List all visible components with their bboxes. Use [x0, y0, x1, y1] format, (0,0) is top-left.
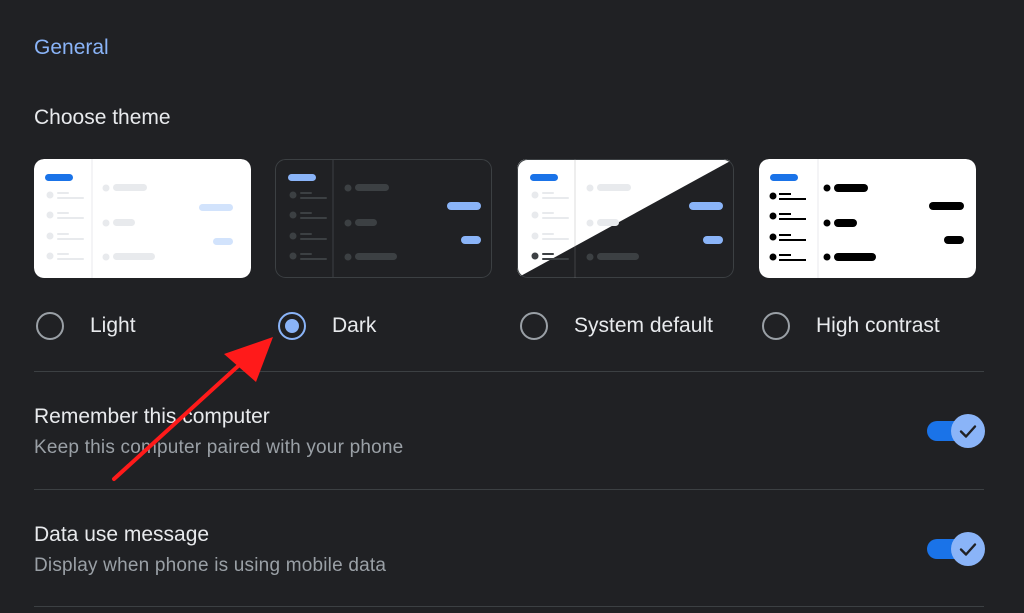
radio-light[interactable] [36, 312, 64, 340]
theme-option-system-default[interactable]: System default [520, 310, 713, 342]
theme-option-dark[interactable]: Dark [278, 310, 376, 342]
setting-desc-remember-computer: Keep this computer paired with your phon… [34, 437, 404, 458]
choose-theme-heading: Choose theme [34, 106, 171, 129]
divider [34, 371, 984, 372]
annotation-arrow-icon [112, 337, 273, 481]
setting-title-data-use-message: Data use message [34, 523, 210, 546]
toggle-knob [951, 532, 985, 566]
divider [34, 489, 984, 490]
checkmark-icon [959, 425, 977, 438]
checkmark-icon [959, 543, 977, 556]
theme-option-light[interactable]: Light [36, 310, 136, 342]
section-title-general: General [34, 36, 109, 59]
radio-dark[interactable] [278, 312, 306, 340]
setting-desc-data-use-message: Display when phone is using mobile data [34, 555, 387, 576]
theme-preview-high-contrast[interactable] [759, 159, 976, 278]
toggle-knob [951, 414, 985, 448]
theme-preview-system-default[interactable] [517, 159, 734, 278]
toggle-data-use-message[interactable] [927, 532, 985, 566]
setting-title-remember-computer: Remember this computer [34, 405, 270, 428]
divider [34, 606, 984, 607]
radio-high-contrast[interactable] [762, 312, 790, 340]
theme-preview-light[interactable] [34, 159, 251, 278]
theme-preview-dark[interactable] [275, 159, 492, 278]
radio-system-default[interactable] [520, 312, 548, 340]
radio-label-high-contrast: High contrast [816, 314, 940, 337]
radio-label-system-default: System default [574, 314, 713, 337]
radio-label-dark: Dark [332, 314, 377, 337]
radio-label-light: Light [90, 314, 136, 337]
theme-option-high-contrast[interactable]: High contrast [762, 310, 940, 342]
toggle-remember-computer[interactable] [927, 414, 985, 448]
